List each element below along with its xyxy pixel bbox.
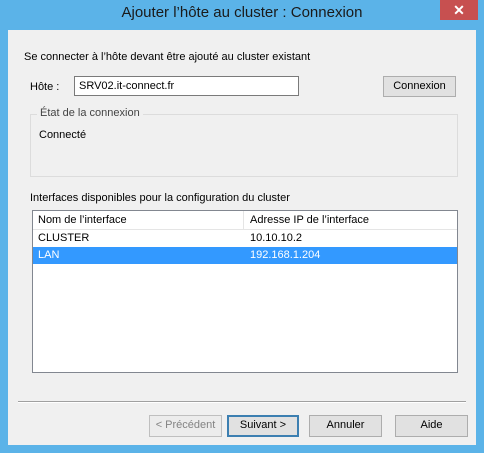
interfaces-caption: Interfaces disponibles pour la configura… [30,192,290,204]
close-button[interactable]: ✕ [440,0,478,20]
interface-ip: 10.10.10.2 [250,232,302,244]
connection-state-group: État de la connexion Connecté [30,107,458,177]
interface-ip: 192.168.1.204 [250,249,321,261]
interface-name: LAN [38,249,60,261]
help-button[interactable]: Aide [395,415,468,437]
title-bar[interactable]: Ajouter l’hôte au cluster : Connexion ✕ [0,0,484,30]
table-row[interactable]: LAN 192.168.1.204 [33,247,457,264]
connection-status: Connecté [39,129,87,141]
window-title: Ajouter l’hôte au cluster : Connexion [121,4,363,21]
next-button[interactable]: Suivant > [227,415,299,437]
column-header-ip[interactable]: Adresse IP de l’interface [245,211,457,229]
interface-name: CLUSTER [38,232,90,244]
button-divider [18,401,466,403]
connect-button[interactable]: Connexion [383,76,456,97]
dialog-window: Ajouter l’hôte au cluster : Connexion ✕ … [0,0,484,453]
column-header-name[interactable]: Nom de l’interface [33,211,244,229]
previous-button[interactable]: < Précédent [149,415,222,437]
connection-state-legend: État de la connexion [37,107,143,119]
close-icon: ✕ [453,2,465,18]
table-row[interactable]: CLUSTER 10.10.10.2 [33,230,457,247]
interfaces-list[interactable]: Nom de l’interface Adresse IP de l’inter… [32,210,458,373]
intro-text: Se connecter à l’hôte devant être ajouté… [24,51,311,63]
list-header: Nom de l’interface Adresse IP de l’inter… [33,211,457,230]
host-label: Hôte : [30,81,60,93]
cancel-button[interactable]: Annuler [309,415,382,437]
dialog-client-area: Se connecter à l’hôte devant être ajouté… [8,30,476,445]
host-input[interactable]: SRV02.it-connect.fr [74,76,299,96]
